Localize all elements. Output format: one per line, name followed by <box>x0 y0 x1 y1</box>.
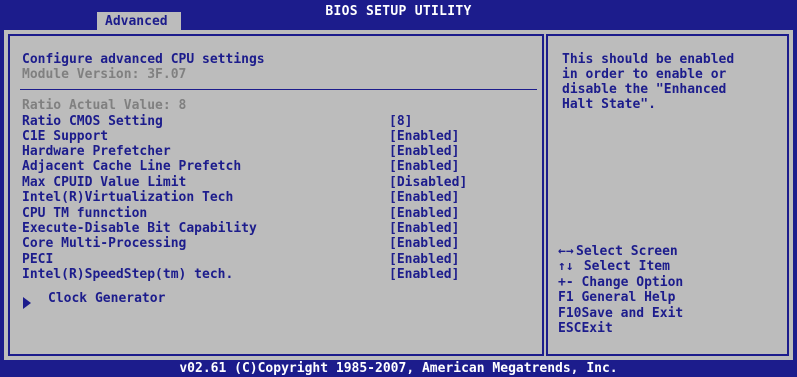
key-select-screen: ←→ Select Screen <box>558 244 678 259</box>
setting-row-execute-disable[interactable]: Execute-Disable Bit Capability [Enabled] <box>22 221 522 236</box>
settings-heading: Configure advanced CPU settings <box>22 52 265 67</box>
setting-row-ratio-cmos[interactable]: Ratio CMOS Setting [8] <box>22 114 522 129</box>
setting-label: Intel(R)SpeedStep(tm) tech. <box>22 267 234 282</box>
up-down-arrows-icon: ↑↓ <box>558 259 574 274</box>
setting-value[interactable]: [8] <box>389 114 412 129</box>
setting-label: PECI <box>22 252 54 267</box>
tab-advanced[interactable]: Advanced <box>97 12 181 30</box>
setting-label: Max CPUID Value Limit <box>22 175 187 190</box>
help-line: disable the "Enhanced <box>562 82 727 97</box>
key-code: ESC <box>558 321 582 336</box>
help-line: in order to enable or <box>562 67 727 82</box>
setting-row-adjacent-cache[interactable]: Adjacent Cache Line Prefetch [Enabled] <box>22 159 522 174</box>
help-line: Halt State". <box>562 97 656 112</box>
setting-value[interactable]: [Disabled] <box>389 175 467 190</box>
setting-label: Core Multi-Processing <box>22 236 187 251</box>
setting-value[interactable]: [Enabled] <box>389 236 459 251</box>
key-label: Exit <box>581 321 613 336</box>
key-select-item: ↑↓ Select Item <box>558 259 670 274</box>
setting-label: Intel(R)Virtualization Tech <box>22 190 234 205</box>
setting-row-cpu-tm[interactable]: CPU TM funnction [Enabled] <box>22 206 522 221</box>
bios-screen: BIOS SETUP UTILITY Advanced Configure ad… <box>0 0 797 377</box>
key-label: Select Screen <box>576 244 678 259</box>
key-label: Save and Exit <box>581 306 684 321</box>
copyright-footer: v02.61 (C)Copyright 1985-2007, American … <box>0 361 797 377</box>
setting-row-hardware-prefetcher[interactable]: Hardware Prefetcher [Enabled] <box>22 144 522 159</box>
left-right-arrows-icon: ←→ <box>558 244 574 259</box>
key-save-exit: F10Save and Exit <box>558 306 683 321</box>
setting-label: CPU TM funnction <box>22 206 148 221</box>
key-change-option: +- Change Option <box>558 275 683 290</box>
setting-label: C1E Support <box>22 129 109 144</box>
setting-value[interactable]: [Enabled] <box>389 206 459 221</box>
ratio-actual-value: Ratio Actual Value: 8 <box>22 98 187 113</box>
setting-value[interactable]: [Enabled] <box>389 190 459 205</box>
main-area: Configure advanced CPU settings Module V… <box>4 30 793 360</box>
setting-value[interactable]: [Enabled] <box>389 267 459 282</box>
setting-row-c1e-support[interactable]: C1E Support [Enabled] <box>22 129 522 144</box>
key-exit: ESCExit <box>558 321 613 336</box>
title-bar: BIOS SETUP UTILITY Advanced <box>0 0 797 30</box>
key-label: Select Item <box>576 259 670 274</box>
setting-value[interactable]: [Enabled] <box>389 129 459 144</box>
setting-row-core-multi[interactable]: Core Multi-Processing [Enabled] <box>22 236 522 251</box>
submenu-arrow-icon <box>23 297 31 309</box>
key-general-help: F1 General Help <box>558 290 675 305</box>
help-line: This should be enabled <box>562 52 735 67</box>
setting-value[interactable]: [Enabled] <box>389 159 459 174</box>
key-code: +- <box>558 275 574 290</box>
settings-divider <box>20 89 537 90</box>
key-label: Change Option <box>573 275 684 290</box>
setting-row-max-cpuid[interactable]: Max CPUID Value Limit [Disabled] <box>22 175 522 190</box>
key-label: General Help <box>573 290 676 305</box>
setting-value[interactable]: [Enabled] <box>389 144 459 159</box>
setting-value[interactable]: [Enabled] <box>389 252 459 267</box>
setting-label: Adjacent Cache Line Prefetch <box>22 159 242 174</box>
setting-label: Ratio CMOS Setting <box>22 114 163 129</box>
setting-row-peci[interactable]: PECI [Enabled] <box>22 252 522 267</box>
module-version: Module Version: 3F.07 <box>22 67 187 82</box>
key-code: F1 <box>558 290 574 305</box>
setting-label: Hardware Prefetcher <box>22 144 171 159</box>
key-code: F10 <box>558 306 582 321</box>
setting-value[interactable]: [Enabled] <box>389 221 459 236</box>
setting-row-speedstep[interactable]: Intel(R)SpeedStep(tm) tech. [Enabled] <box>22 267 522 282</box>
setting-label: Execute-Disable Bit Capability <box>22 221 257 236</box>
submenu-clock-generator[interactable]: Clock Generator <box>48 291 165 306</box>
setting-row-virtualization[interactable]: Intel(R)Virtualization Tech [Enabled] <box>22 190 522 205</box>
